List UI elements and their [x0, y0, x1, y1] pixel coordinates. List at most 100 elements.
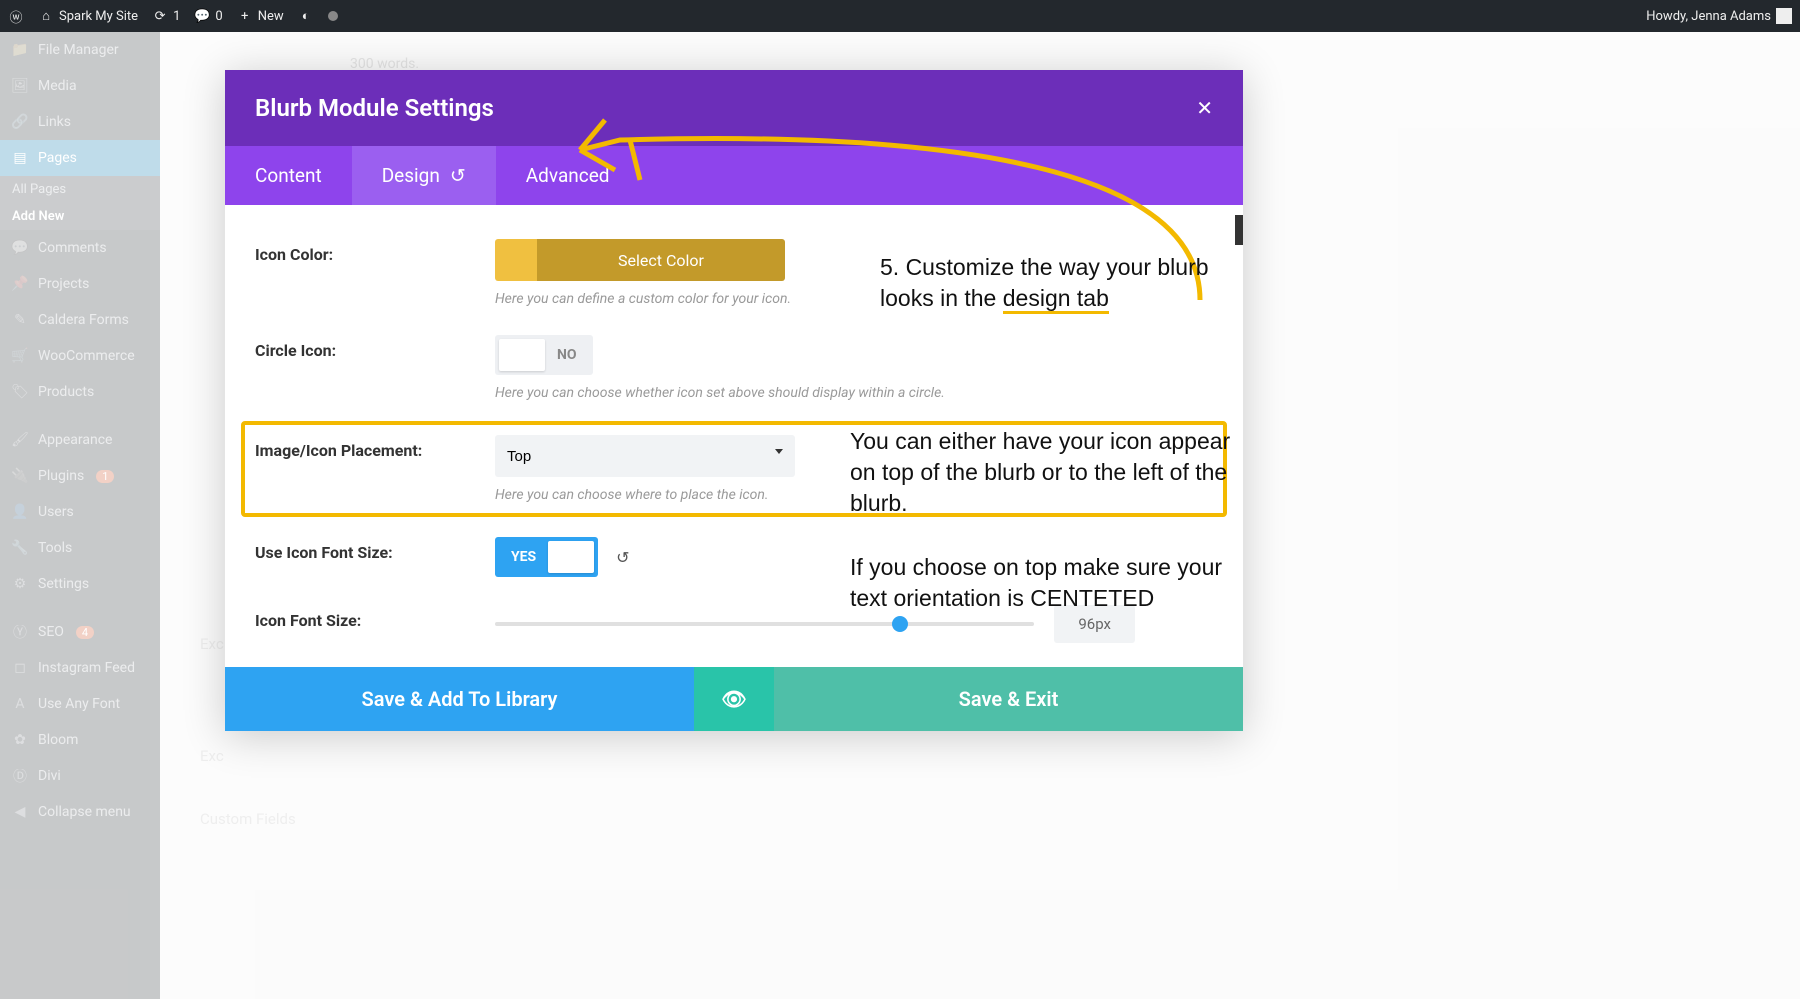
- tab-advanced[interactable]: Advanced: [496, 146, 640, 205]
- sidebar-item-divi[interactable]: ⒹDivi: [0, 758, 160, 794]
- plus-icon: +: [237, 8, 253, 24]
- label-icon-font-size: Icon Font Size:: [255, 605, 495, 630]
- wp-admin-sidebar: 📁File Manager 🖼Media 🔗Links ▤Pages All P…: [0, 32, 160, 999]
- users-icon: 👤: [10, 502, 30, 522]
- toggle-knob: [499, 339, 545, 371]
- form-icon: ✎: [10, 310, 30, 330]
- label-placement: Image/Icon Placement:: [255, 435, 495, 460]
- sidebar-item-seo[interactable]: ⓎSEO4: [0, 614, 160, 650]
- label-use-icon-size: Use Icon Font Size:: [255, 537, 495, 562]
- submenu-all-pages[interactable]: All Pages: [0, 176, 160, 203]
- sidebar-item-media[interactable]: 🖼Media: [0, 68, 160, 104]
- pin-icon: 📌: [10, 274, 30, 294]
- collapse-icon: ◀: [10, 802, 30, 822]
- tab-design-label: Design: [382, 164, 440, 187]
- folder-icon: 📁: [10, 40, 30, 60]
- home-icon: ⌂: [38, 8, 54, 24]
- toggle-no-label: NO: [545, 347, 589, 363]
- tag-icon: 🏷: [10, 382, 30, 402]
- excerpt-label-bg: Exc: [200, 635, 224, 653]
- excerpt-label-bg-2: Exc: [200, 747, 224, 765]
- annotation-1: 5. Customize the way your blurb looks in…: [880, 252, 1210, 314]
- link-icon: 🔗: [10, 112, 30, 132]
- modal-footer: Save & Add To Library 👁 Save & Exit: [225, 667, 1243, 731]
- seo-icon: Ⓨ: [10, 622, 30, 642]
- sidebar-item-plugins[interactable]: 🔌Plugins1: [0, 458, 160, 494]
- slider-thumb[interactable]: [892, 616, 908, 632]
- scrollbar[interactable]: [1235, 215, 1243, 245]
- tab-content[interactable]: Content: [225, 146, 352, 205]
- sidebar-item-links[interactable]: 🔗Links: [0, 104, 160, 140]
- sidebar-item-pages[interactable]: ▤Pages: [0, 140, 160, 176]
- yoast-icon[interactable]: ◐: [298, 8, 314, 24]
- custom-fields-bg: Custom Fields: [200, 810, 296, 828]
- desc-placement: Here you can choose where to place the i…: [495, 487, 815, 503]
- sidebar-collapse[interactable]: ◀Collapse menu: [0, 794, 160, 830]
- select-color-label: Select Color: [537, 239, 785, 281]
- new-content[interactable]: +New: [237, 8, 284, 24]
- select-placement[interactable]: [495, 435, 795, 477]
- modal-title: Blurb Module Settings: [255, 94, 494, 122]
- sidebar-item-woocommerce[interactable]: 🛒WooCommerce: [0, 338, 160, 374]
- reset-icon[interactable]: ↺: [450, 164, 466, 187]
- select-color-button[interactable]: Select Color: [495, 239, 785, 281]
- howdy-user[interactable]: Howdy, Jenna Adams: [1646, 8, 1792, 24]
- sidebar-item-file-manager[interactable]: 📁File Manager: [0, 32, 160, 68]
- modal-tabs: Content Design ↺ Advanced: [225, 146, 1243, 205]
- sidebar-item-projects[interactable]: 📌Projects: [0, 266, 160, 302]
- plugins-badge: 1: [96, 470, 114, 483]
- comments[interactable]: 💬0: [194, 8, 222, 24]
- reset-use-icon-size[interactable]: ↺: [616, 548, 629, 567]
- avatar: [1776, 8, 1792, 24]
- sidebar-pages-submenu: All Pages Add New: [0, 176, 160, 230]
- sidebar-item-comments[interactable]: 💬Comments: [0, 230, 160, 266]
- sidebar-item-instagram[interactable]: ◻Instagram Feed: [0, 650, 160, 686]
- seo-badge: 4: [76, 626, 94, 639]
- sidebar-item-bloom[interactable]: ✿Bloom: [0, 722, 160, 758]
- sidebar-item-appearance[interactable]: 🖌Appearance: [0, 422, 160, 458]
- submenu-add-new[interactable]: Add New: [0, 203, 160, 230]
- wrench-icon: 🔧: [10, 538, 30, 558]
- modal-close-button[interactable]: ✕: [1196, 96, 1213, 120]
- select-placement-input[interactable]: [495, 435, 795, 477]
- cart-icon: 🛒: [10, 346, 30, 366]
- sidebar-item-caldera[interactable]: ✎Caldera Forms: [0, 302, 160, 338]
- save-add-library-button[interactable]: Save & Add To Library: [225, 667, 694, 731]
- page-icon: ▤: [10, 148, 30, 168]
- color-swatch: [495, 239, 537, 281]
- wp-admin-bar: ⓦ ⌂Spark My Site ⟳1 💬0 +New ◐ Howdy, Jen…: [0, 0, 1800, 32]
- toggle-use-icon-size[interactable]: YES: [495, 537, 598, 577]
- label-circle-icon: Circle Icon:: [255, 335, 495, 360]
- modal-header: Blurb Module Settings ✕: [225, 70, 1243, 146]
- slider-icon-font-size[interactable]: [495, 622, 1034, 626]
- toggle-circle-icon[interactable]: NO: [495, 335, 593, 375]
- desc-circle-icon: Here you can choose whether icon set abo…: [495, 385, 995, 401]
- refresh-icon: ⟳: [152, 8, 168, 24]
- eye-icon: 👁: [721, 687, 746, 711]
- field-circle-icon: Circle Icon: NO Here you can choose whet…: [255, 321, 1213, 415]
- toggle-yes-label: YES: [499, 549, 548, 565]
- brush-icon: 🖌: [10, 430, 30, 450]
- tab-design[interactable]: Design ↺: [352, 146, 496, 205]
- sidebar-item-users[interactable]: 👤Users: [0, 494, 160, 530]
- save-exit-button[interactable]: Save & Exit: [774, 667, 1243, 731]
- font-icon: A: [10, 694, 30, 714]
- desc-icon-color: Here you can define a custom color for y…: [495, 291, 815, 307]
- sidebar-item-products[interactable]: 🏷Products: [0, 374, 160, 410]
- status-dot: [328, 11, 338, 21]
- annotation-3: If you choose on top make sure your text…: [850, 552, 1240, 614]
- updates[interactable]: ⟳1: [152, 8, 180, 24]
- sidebar-item-tools[interactable]: 🔧Tools: [0, 530, 160, 566]
- sidebar-item-settings[interactable]: ⚙Settings: [0, 566, 160, 602]
- plug-icon: 🔌: [10, 466, 30, 486]
- media-icon: 🖼: [10, 76, 30, 96]
- sidebar-item-anyfont[interactable]: AUse Any Font: [0, 686, 160, 722]
- comment-icon: 💬: [10, 238, 30, 258]
- bloom-icon: ✿: [10, 730, 30, 750]
- preview-button[interactable]: 👁: [694, 667, 774, 731]
- site-name[interactable]: ⌂Spark My Site: [38, 8, 138, 24]
- blurb-module-modal: Blurb Module Settings ✕ Content Design ↺…: [225, 70, 1243, 731]
- label-icon-color: Icon Color:: [255, 239, 495, 264]
- wp-logo[interactable]: ⓦ: [8, 8, 24, 24]
- settings-icon: ⚙: [10, 574, 30, 594]
